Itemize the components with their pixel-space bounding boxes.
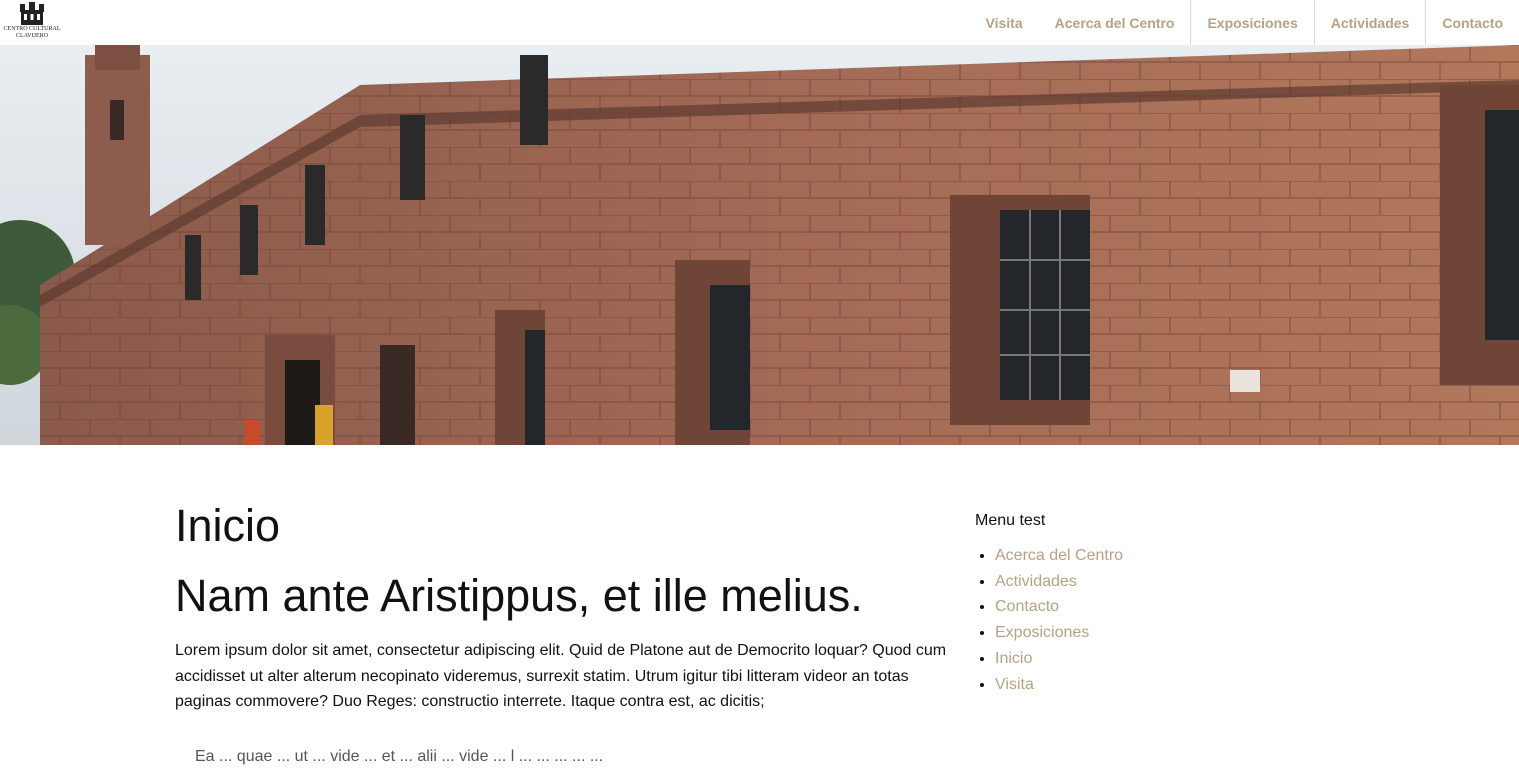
sidebar-item-actividades: Actividades: [995, 569, 1275, 595]
building-logo-icon: [20, 2, 44, 25]
sidebar-item-exposiciones: Exposiciones: [995, 620, 1275, 646]
hero-image: [0, 45, 1519, 445]
sidebar-link-acerca-del-centro[interactable]: Acerca del Centro: [995, 547, 1123, 564]
sidebar-link-exposiciones[interactable]: Exposiciones: [995, 624, 1089, 641]
sidebar-item-inicio: Inicio: [995, 646, 1275, 672]
nav-actividades[interactable]: Actividades: [1313, 0, 1426, 45]
sidebar-item-visita: Visita: [995, 672, 1275, 698]
building-facade-image: [0, 45, 1519, 445]
sidebar-link-contacto[interactable]: Contacto: [995, 598, 1059, 615]
page-title: Inicio: [175, 500, 281, 551]
main-content: Inicio Nam ante Aristippus, et ille meli…: [175, 500, 955, 769]
sidebar-link-actividades[interactable]: Actividades: [995, 573, 1077, 590]
logo-text-line2: CLAVIJERO: [16, 33, 48, 39]
sidebar-menu: Menu test Acerca del Centro Actividades …: [975, 511, 1275, 697]
nav-visita[interactable]: Visita: [970, 0, 1039, 45]
sidebar-link-inicio[interactable]: Inicio: [995, 650, 1032, 667]
sidebar-item-acerca-del-centro: Acerca del Centro: [995, 543, 1275, 569]
article-paragraph: Lorem ipsum dolor sit amet, consectetur …: [175, 642, 947, 710]
nav-contacto[interactable]: Contacto: [1425, 0, 1519, 45]
list-item: Ea ... quae ... ut ... vide ... et ... a…: [195, 747, 604, 765]
sidebar-item-contacto: Contacto: [995, 594, 1275, 620]
article-heading: Nam ante Aristippus, et ille melius.: [175, 570, 863, 621]
sidebar-title: Menu test: [975, 512, 1046, 529]
nav-exposiciones[interactable]: Exposiciones: [1190, 0, 1313, 45]
sidebar-list: Acerca del Centro Actividades Contacto E…: [975, 543, 1275, 697]
main-nav: Visita Acerca del Centro Exposiciones Ac…: [970, 0, 1519, 45]
logo[interactable]: CENTRO CULTURAL CLAVIJERO: [4, 2, 60, 44]
top-bar: CENTRO CULTURAL CLAVIJERO Visita Acerca …: [0, 0, 1519, 45]
logo-text-line1: CENTRO CULTURAL: [3, 26, 61, 32]
sidebar-link-visita[interactable]: Visita: [995, 676, 1034, 693]
nav-acerca-del-centro[interactable]: Acerca del Centro: [1039, 0, 1191, 45]
